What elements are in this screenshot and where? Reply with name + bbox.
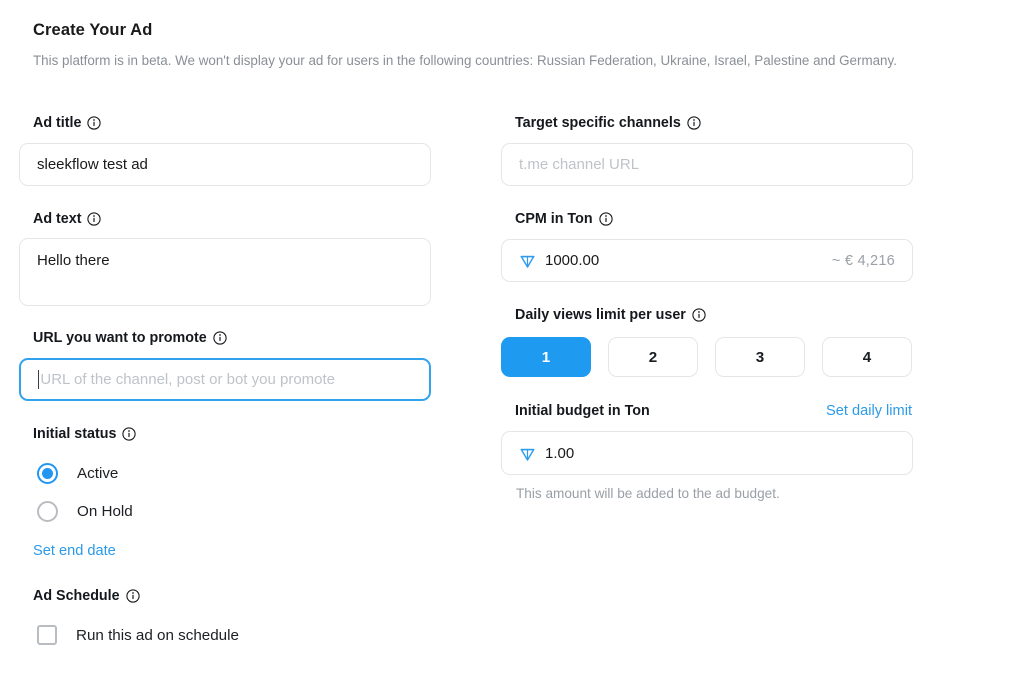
create-ad-page: Create Your Ad This platform is in beta.…	[0, 0, 1022, 677]
daily-views-option-3[interactable]: 3	[715, 337, 805, 377]
promote-url-label-text: URL you want to promote	[33, 330, 207, 346]
info-icon[interactable]	[87, 212, 101, 226]
text-caret	[38, 370, 39, 389]
cpm-converted-value: ~ € 4,216	[832, 253, 895, 269]
target-channels-label: Target specific channels	[515, 115, 701, 131]
radio-option-on-hold[interactable]: On Hold	[37, 501, 133, 522]
info-icon[interactable]	[692, 308, 706, 322]
promote-url-input[interactable]: URL of the channel, post or bot you prom…	[19, 358, 431, 401]
cpm-input[interactable]: 1000.00 ~ € 4,216	[501, 239, 913, 282]
daily-views-option-4[interactable]: 4	[822, 337, 912, 377]
promote-url-placeholder: URL of the channel, post or bot you prom…	[40, 371, 335, 388]
ton-coin-icon	[519, 252, 536, 269]
initial-budget-helper-text: This amount will be added to the ad budg…	[516, 486, 780, 501]
ad-text-label: Ad text	[33, 211, 101, 227]
initial-budget-label-text: Initial budget in Ton	[515, 403, 650, 419]
daily-views-option-1[interactable]: 1	[501, 337, 591, 377]
info-icon[interactable]	[87, 116, 101, 130]
daily-views-option-2[interactable]: 2	[608, 337, 698, 377]
cpm-value: 1000.00	[545, 252, 599, 269]
radio-label-active: Active	[77, 465, 118, 482]
info-icon[interactable]	[126, 589, 140, 603]
promote-url-label: URL you want to promote	[33, 330, 227, 346]
page-subtitle: This platform is in beta. We won't displ…	[33, 53, 897, 68]
ad-schedule-label-text: Ad Schedule	[33, 588, 120, 604]
cpm-label-text: CPM in Ton	[515, 211, 593, 227]
ton-coin-icon	[519, 445, 536, 462]
ad-title-label-text: Ad title	[33, 115, 81, 131]
daily-views-limit-label: Daily views limit per user	[515, 307, 706, 323]
run-on-schedule-label: Run this ad on schedule	[76, 627, 239, 644]
ad-title-input[interactable]: sleekflow test ad	[19, 143, 431, 186]
initial-budget-input[interactable]: 1.00	[501, 431, 913, 475]
info-icon[interactable]	[122, 427, 136, 441]
page-title: Create Your Ad	[33, 21, 152, 40]
radio-indicator-on-hold[interactable]	[37, 501, 58, 522]
ad-text-value: Hello there	[37, 252, 110, 269]
target-channels-input[interactable]: t.me channel URL	[501, 143, 913, 186]
run-on-schedule-checkbox[interactable]	[37, 625, 57, 645]
target-channels-placeholder: t.me channel URL	[519, 156, 639, 173]
radio-option-active[interactable]: Active	[37, 463, 118, 484]
ad-title-label: Ad title	[33, 115, 101, 131]
cpm-label: CPM in Ton	[515, 211, 613, 227]
ad-title-value: sleekflow test ad	[37, 156, 148, 173]
daily-views-limit-label-text: Daily views limit per user	[515, 307, 686, 323]
initial-budget-value: 1.00	[545, 445, 574, 462]
radio-indicator-active[interactable]	[37, 463, 58, 484]
info-icon[interactable]	[687, 116, 701, 130]
info-icon[interactable]	[213, 331, 227, 345]
ad-text-textarea[interactable]: Hello there	[19, 238, 431, 306]
initial-status-label: Initial status	[33, 426, 136, 442]
initial-budget-label: Initial budget in Ton	[515, 403, 650, 419]
initial-status-label-text: Initial status	[33, 426, 116, 442]
target-channels-label-text: Target specific channels	[515, 115, 681, 131]
ad-schedule-label: Ad Schedule	[33, 588, 140, 604]
set-daily-limit-link[interactable]: Set daily limit	[800, 403, 912, 419]
run-on-schedule-row[interactable]: Run this ad on schedule	[37, 625, 239, 645]
info-icon[interactable]	[599, 212, 613, 226]
radio-label-on-hold: On Hold	[77, 503, 133, 520]
ad-text-label-text: Ad text	[33, 211, 81, 227]
set-end-date-link[interactable]: Set end date	[33, 543, 116, 559]
